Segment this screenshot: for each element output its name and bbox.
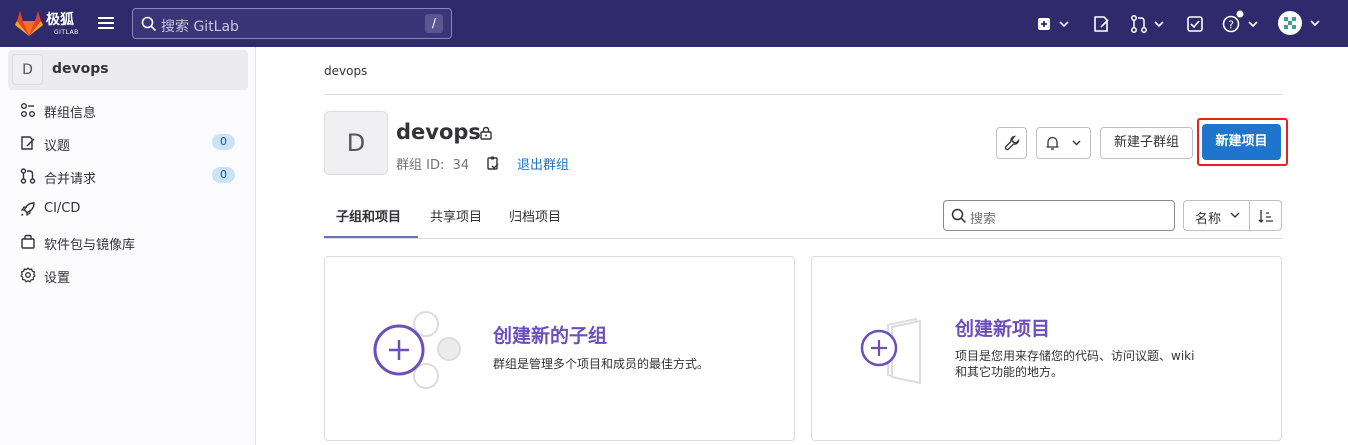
new-project-button[interactable]: 新建项目 — [1202, 124, 1281, 160]
group-id-label: 群组 ID: — [396, 158, 445, 173]
sort-label: 名称 — [1195, 212, 1222, 227]
group-id-value: 34 — [452, 158, 470, 173]
logo-text[interactable]: 极狐 — [46, 13, 74, 27]
gitlab-logo-icon[interactable] — [14, 9, 44, 37]
search-icon — [951, 208, 967, 224]
group-id: 群组 ID: 34 — [396, 154, 469, 173]
new-subgroup-illustration — [373, 311, 461, 389]
group-avatar-small: D — [12, 54, 43, 85]
create-project-card[interactable]: 创建新项目 项目是您用来存储您的代码、访问议题、wiki 和其它功能的地方。 — [811, 256, 1282, 441]
global-search-input[interactable]: 搜索 GitLab / — [132, 8, 452, 39]
filter-search-input[interactable]: 搜索 — [943, 200, 1175, 231]
sidebar-item-label: CI/CD — [44, 201, 81, 216]
sort-direction-button[interactable] — [1249, 200, 1282, 231]
search-shortcut-badge: / — [425, 14, 443, 33]
tabs-divider — [324, 238, 1282, 239]
tab-subgroups-and-projects[interactable]: 子组和项目 — [336, 206, 401, 225]
card-description-line1: 项目是您用来存储您的代码、访问议题、wiki — [955, 349, 1195, 363]
logo-subtext: GITLAB — [54, 29, 79, 36]
breadcrumb[interactable]: devops — [324, 64, 367, 78]
sidebar-item-label: 设置 — [44, 271, 71, 286]
notifications-dropdown[interactable] — [1036, 127, 1091, 159]
rocket-icon — [20, 202, 35, 217]
breadcrumb-divider — [324, 94, 1282, 95]
card-title: 创建新的子组 — [493, 325, 608, 347]
tab-archived-projects[interactable]: 归档项目 — [509, 206, 561, 225]
create-new-icon[interactable] — [1037, 14, 1071, 34]
tab-shared-projects[interactable]: 共享项目 — [430, 206, 482, 225]
sidebar: D devops 群组信息 议题 0 合并请求 0 CI/CD 软件包与镜像库 … — [0, 47, 256, 445]
issues-count-badge: 0 — [212, 134, 235, 150]
sidebar-item-label: 议题 — [44, 139, 71, 154]
sidebar-item-merge-requests[interactable]: 合并请求 0 — [0, 161, 256, 191]
card-description: 群组是管理多个项目和成员的最佳方式。 — [493, 357, 710, 371]
sidebar-group-name: devops — [52, 61, 109, 77]
leave-group-link[interactable]: 退出群组 — [517, 154, 569, 173]
user-avatar[interactable] — [1277, 10, 1323, 36]
merge-request-icon — [20, 168, 36, 184]
sidebar-item-label: 群组信息 — [44, 106, 97, 121]
create-subgroup-card[interactable]: 创建新的子组 群组是管理多个项目和成员的最佳方式。 — [324, 256, 795, 441]
search-icon — [141, 16, 157, 32]
sidebar-item-group-info[interactable]: 群组信息 — [0, 95, 256, 125]
merge-requests-count-badge: 0 — [212, 167, 235, 183]
new-subgroup-button[interactable]: 新建子群组 — [1100, 127, 1193, 159]
package-icon — [21, 234, 35, 249]
search-placeholder: 搜索 GitLab — [161, 19, 239, 35]
lock-icon — [480, 126, 492, 140]
wrench-icon — [1004, 135, 1019, 151]
sidebar-item-cicd[interactable]: CI/CD — [0, 194, 256, 224]
card-description-line2: 和其它功能的地方。 — [955, 365, 1064, 379]
card-title: 创建新项目 — [955, 318, 1051, 340]
new-project-illustration — [860, 317, 921, 385]
page-title: devops — [396, 120, 481, 144]
group-avatar: D — [324, 111, 388, 175]
sidebar-group-context[interactable]: D devops — [8, 50, 248, 90]
merge-requests-nav-icon[interactable] — [1130, 14, 1166, 34]
copy-icon[interactable] — [486, 155, 500, 171]
group-settings-button[interactable] — [996, 127, 1027, 159]
sidebar-item-label: 合并请求 — [44, 172, 97, 187]
issues-icon — [21, 136, 35, 150]
sidebar-item-packages[interactable]: 软件包与镜像库 — [0, 227, 256, 257]
group-info-icon — [21, 103, 35, 117]
sort-dropdown[interactable]: 名称 — [1183, 200, 1250, 231]
gear-icon — [20, 267, 36, 283]
todo-nav-icon[interactable] — [1185, 14, 1205, 34]
filter-placeholder: 搜索 — [970, 212, 997, 227]
issues-nav-icon[interactable] — [1092, 14, 1112, 34]
svg-text:?: ? — [1228, 19, 1234, 32]
chevron-down-icon — [1230, 212, 1240, 218]
top-navbar: 极狐 GITLAB 搜索 GitLab / ? — [0, 0, 1348, 47]
help-icon[interactable]: ? — [1221, 10, 1259, 34]
sort-lowest-icon — [1258, 210, 1273, 223]
bell-icon — [1046, 136, 1080, 150]
sidebar-item-settings[interactable]: 设置 — [0, 260, 256, 290]
sidebar-item-issues[interactable]: 议题 0 — [0, 128, 256, 158]
sidebar-item-label: 软件包与镜像库 — [44, 238, 136, 253]
hamburger-menu-icon[interactable] — [96, 13, 116, 33]
